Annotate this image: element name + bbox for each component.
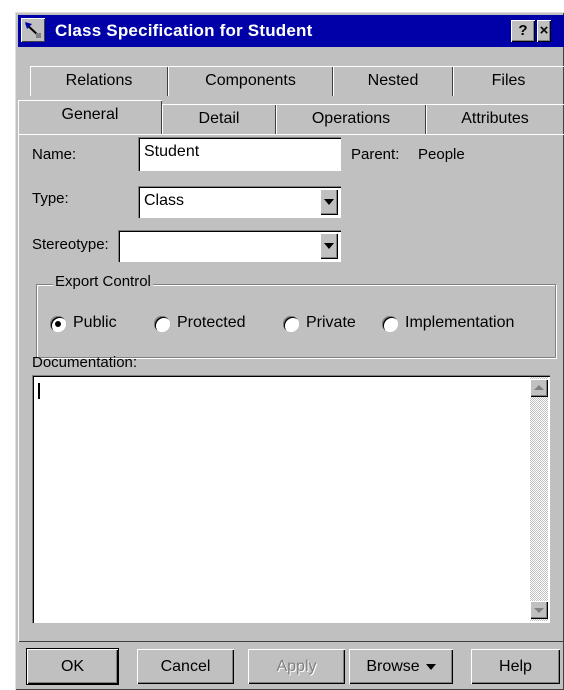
- type-dropdown-value: Class: [144, 192, 185, 209]
- radio-private-label[interactable]: Private: [306, 314, 356, 332]
- apply-button[interactable]: Apply: [248, 649, 345, 684]
- parent-value: People: [418, 146, 465, 163]
- tab-detail[interactable]: Detail: [162, 104, 276, 134]
- help-icon[interactable]: ?: [511, 20, 535, 42]
- documentation-scrollbar[interactable]: [530, 377, 548, 621]
- tab-files[interactable]: Files: [453, 66, 564, 96]
- browse-button[interactable]: Browse: [349, 649, 453, 684]
- ok-button[interactable]: OK: [27, 649, 118, 684]
- radio-public[interactable]: [50, 316, 66, 332]
- type-dropdown[interactable]: Class: [138, 186, 341, 218]
- help-button[interactable]: Help: [471, 649, 560, 684]
- tab-relations[interactable]: Relations: [30, 66, 168, 96]
- stereotype-dropdown-arrow-icon[interactable]: [320, 233, 338, 259]
- close-icon[interactable]: ×: [537, 20, 551, 42]
- radio-implementation[interactable]: [382, 316, 398, 332]
- browse-button-label: Browse: [366, 658, 420, 675]
- parent-label: Parent:: [351, 146, 400, 163]
- scroll-up-icon[interactable]: [530, 379, 548, 397]
- app-icon: [21, 18, 45, 42]
- radio-protected-label[interactable]: Protected: [177, 314, 245, 332]
- documentation-textarea[interactable]: [32, 375, 550, 623]
- stereotype-label: Stereotype:: [32, 236, 109, 253]
- documentation-label: Documentation:: [32, 354, 138, 371]
- stereotype-dropdown[interactable]: [118, 230, 341, 262]
- radio-implementation-label[interactable]: Implementation: [405, 314, 514, 332]
- radio-private[interactable]: [283, 316, 299, 332]
- text-caret: [38, 383, 40, 399]
- scroll-down-icon[interactable]: [530, 601, 548, 619]
- tab-nested[interactable]: Nested: [333, 66, 453, 96]
- type-label: Type:: [32, 190, 69, 207]
- chevron-down-icon: [425, 663, 436, 670]
- cancel-button[interactable]: Cancel: [137, 649, 234, 684]
- title-bar[interactable]: Class Specification for Student ? ×: [18, 15, 564, 47]
- name-label: Name:: [32, 146, 77, 163]
- radio-public-label[interactable]: Public: [73, 314, 117, 332]
- class-specification-dialog: Class Specification for Student ? × Rela…: [15, 12, 564, 690]
- radio-protected[interactable]: [154, 316, 170, 332]
- tab-operations[interactable]: Operations: [276, 104, 426, 134]
- tab-general[interactable]: General: [18, 100, 162, 134]
- tab-components[interactable]: Components: [168, 66, 333, 96]
- name-field[interactable]: Student: [138, 137, 341, 171]
- tab-attributes[interactable]: Attributes: [426, 104, 564, 134]
- type-dropdown-arrow-icon[interactable]: [320, 189, 338, 215]
- export-control-title: Export Control: [53, 273, 153, 290]
- window-title: Class Specification for Student: [55, 21, 313, 40]
